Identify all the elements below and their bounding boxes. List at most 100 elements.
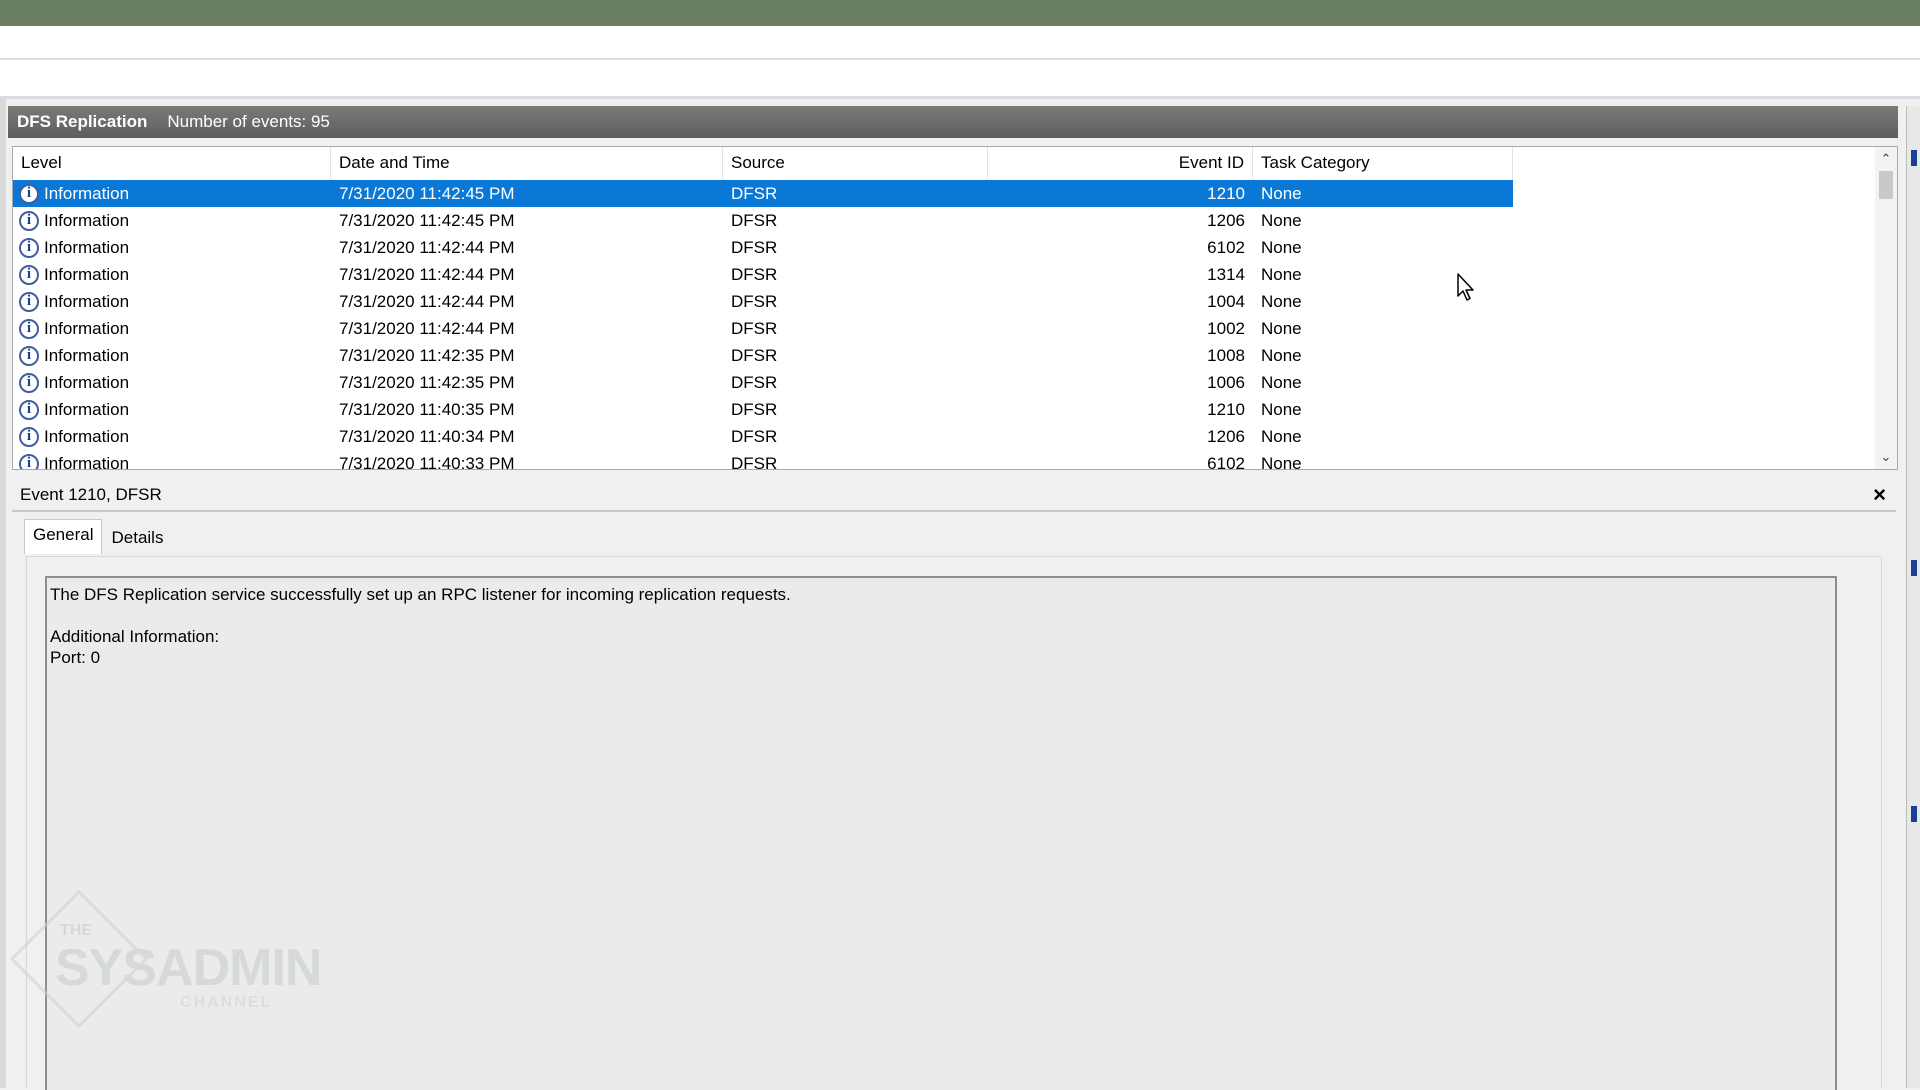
table-row[interactable]: i Information 7/31/2020 11:42:45 PM DFSR 121… (13, 180, 1513, 207)
cell-date: 7/31/2020 11:42:45 PM (339, 183, 515, 203)
level-text: Information (44, 210, 130, 230)
level-text: Information (44, 453, 130, 470)
vertical-scrollbar[interactable]: ⌃ ⌄ (1875, 147, 1897, 469)
level-text: Information (44, 372, 130, 392)
cell-date: 7/31/2020 11:40:35 PM (339, 399, 515, 419)
level-text: Information (42, 183, 132, 204)
scroll-thumb[interactable] (1879, 171, 1893, 199)
cell-date: 7/31/2020 11:40:33 PM (339, 453, 515, 470)
cell-source: DFSR (731, 210, 778, 230)
info-icon: i (19, 453, 39, 469)
column-header-task-category[interactable]: Task Category (1253, 147, 1513, 179)
action-icon (1911, 560, 1917, 576)
cell-source: DFSR (731, 237, 778, 257)
level-text: Information (44, 237, 130, 257)
log-name: DFS Replication (17, 112, 148, 131)
table-row[interactable]: i Information 7/31/2020 11:42:35 PM DFSR 100… (13, 342, 1513, 369)
cell-level: i Information (13, 318, 331, 339)
column-header-event-id[interactable]: Event ID (988, 147, 1253, 179)
cell-source: DFSR (731, 183, 778, 203)
table-row[interactable]: i Information 7/31/2020 11:42:35 PM DFSR 100… (13, 369, 1513, 396)
table-row[interactable]: i Information 7/31/2020 11:42:44 PM DFSR 610… (13, 234, 1513, 261)
cell-level: i Information (13, 291, 331, 312)
cell-event-id: 1206 (1207, 426, 1245, 446)
cell-task-category: None (1261, 210, 1302, 230)
level-text: Information (44, 318, 130, 338)
cell-source: DFSR (731, 426, 778, 446)
event-message: The DFS Replication service successfully… (50, 585, 791, 604)
column-header-date[interactable]: Date and Time (331, 147, 723, 179)
info-icon: i (19, 345, 39, 366)
cell-event-id: 1210 (1207, 399, 1245, 419)
cell-level: i Information (13, 237, 331, 258)
menu-bar (0, 26, 1920, 60)
cell-event-id: 1314 (1207, 264, 1245, 284)
cell-event-id: 1006 (1207, 372, 1245, 392)
cell-date: 7/31/2020 11:42:44 PM (339, 237, 515, 257)
info-icon: i (19, 237, 39, 258)
table-row[interactable]: i Information 7/31/2020 11:42:44 PM DFSR 100… (13, 288, 1513, 315)
additional-info-label: Additional Information: (50, 627, 220, 646)
cell-date: 7/31/2020 11:42:35 PM (339, 345, 515, 365)
column-header-level[interactable]: Level (13, 147, 331, 179)
actions-pane-edge (1906, 106, 1920, 1088)
table-row[interactable]: i Information 7/31/2020 11:42:44 PM DFSR 131… (13, 261, 1513, 288)
detail-tabs: General Details (24, 519, 172, 554)
table-row[interactable]: i Information 7/31/2020 11:42:45 PM DFSR 120… (13, 207, 1513, 234)
column-header-row: Level Date and Time Source Event ID Task… (13, 147, 1513, 179)
event-detail-title: Event 1210, DFSR (20, 485, 162, 504)
close-icon[interactable]: × (1873, 482, 1886, 508)
toolbar (0, 60, 1920, 99)
cell-date: 7/31/2020 11:42:35 PM (339, 372, 515, 392)
cell-task-category: None (1261, 372, 1302, 392)
info-icon: i (19, 426, 39, 447)
info-icon: i (19, 318, 39, 339)
event-detail-header: Event 1210, DFSR × (12, 480, 1896, 512)
cell-date: 7/31/2020 11:42:44 PM (339, 291, 515, 311)
event-rows: i Information 7/31/2020 11:42:45 PM DFSR 121… (13, 180, 1513, 470)
log-title-bar: DFS Replication Number of events: 95 (8, 106, 1898, 138)
cell-source: DFSR (731, 318, 778, 338)
cell-task-category: None (1261, 237, 1302, 257)
cell-task-category: None (1261, 318, 1302, 338)
cell-source: DFSR (731, 399, 778, 419)
cell-level: i Information (13, 372, 331, 393)
table-row[interactable]: i Information 7/31/2020 11:40:33 PM DFSR 610… (13, 450, 1513, 470)
cell-source: DFSR (731, 453, 778, 470)
event-list[interactable]: Level Date and Time Source Event ID Task… (12, 146, 1898, 470)
scroll-down-icon[interactable]: ⌄ (1875, 447, 1897, 467)
level-text: Information (44, 264, 130, 284)
table-row[interactable]: i Information 7/31/2020 11:42:44 PM DFSR 100… (13, 315, 1513, 342)
mouse-cursor-icon (1457, 273, 1474, 301)
watermark-logo: THE SYSADMIN CHANNEL (9, 889, 322, 1035)
watermark-line3: CHANNEL (180, 994, 273, 1011)
cell-level: i Information (13, 426, 331, 447)
cell-source: DFSR (731, 345, 778, 365)
cell-level: i Information (13, 264, 331, 285)
cell-level: i Information (13, 210, 331, 231)
table-row[interactable]: i Information 7/31/2020 11:40:35 PM DFSR 121… (13, 396, 1513, 423)
info-icon: i (19, 183, 39, 204)
cell-event-id: 1008 (1207, 345, 1245, 365)
cell-source: DFSR (731, 372, 778, 392)
info-icon: i (19, 399, 39, 420)
tab-details[interactable]: Details (102, 522, 172, 554)
cell-date: 7/31/2020 11:42:44 PM (339, 264, 515, 284)
cell-task-category: None (1261, 345, 1302, 365)
level-text: Information (44, 426, 130, 446)
action-icon (1911, 806, 1917, 822)
cell-source: DFSR (731, 264, 778, 284)
info-icon: i (19, 210, 39, 231)
cell-date: 7/31/2020 11:42:45 PM (339, 210, 515, 230)
table-row[interactable]: i Information 7/31/2020 11:40:34 PM DFSR 120… (13, 423, 1513, 450)
level-text: Information (44, 345, 130, 365)
event-count: Number of events: 95 (167, 112, 330, 131)
level-text: Information (44, 291, 130, 311)
level-text: Information (44, 399, 130, 419)
cell-level: i Information (13, 345, 331, 366)
scroll-up-icon[interactable]: ⌃ (1875, 149, 1897, 169)
tab-general[interactable]: General (24, 519, 103, 554)
column-header-source[interactable]: Source (723, 147, 988, 179)
left-border (0, 99, 6, 1088)
cell-task-category: None (1261, 453, 1302, 470)
